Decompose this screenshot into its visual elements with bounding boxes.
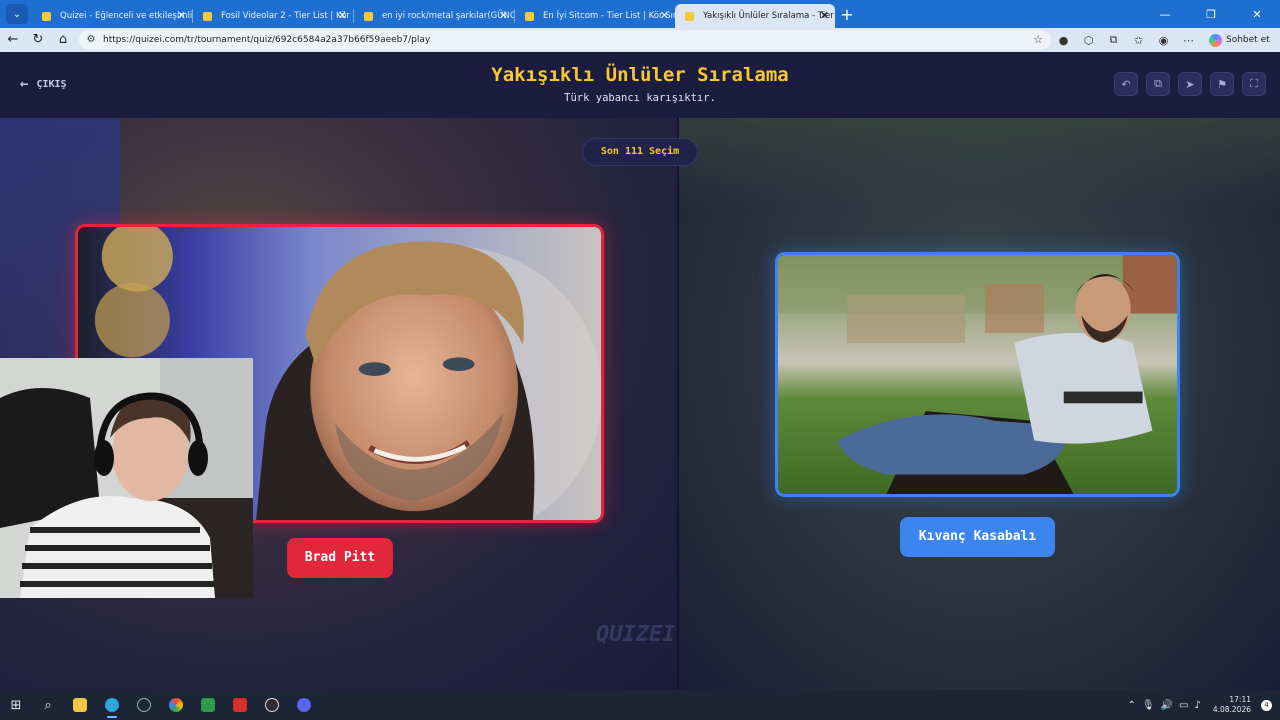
file-explorer-icon[interactable]: [64, 690, 96, 720]
chrome-icon[interactable]: [160, 690, 192, 720]
browser-tab[interactable]: Quizei - Eğlenceli ve etkileşimli qu ✕: [32, 4, 192, 28]
choice-counter-badge: Son 111 Seçim: [582, 138, 698, 166]
flag-icon[interactable]: ⚑: [1210, 72, 1234, 96]
system-tray: ⌃ 🎙 🔊 ▭ ♪ 17:11 4.08.2026 4: [1127, 695, 1280, 715]
reload-icon[interactable]: ↻: [26, 29, 50, 51]
network-icon[interactable]: ▭: [1179, 700, 1188, 711]
new-tab-button[interactable]: +: [835, 4, 859, 28]
undo-icon[interactable]: ↶: [1114, 72, 1138, 96]
back-icon[interactable]: ←: [1, 29, 25, 51]
discord-icon[interactable]: [288, 690, 320, 720]
page-subtitle: Türk yabancı karışıktır.: [564, 92, 716, 104]
site-watermark: QUIZEI: [596, 622, 676, 647]
profile-icon[interactable]: ◉: [1151, 34, 1176, 47]
copilot-chat-button[interactable]: Sohbet et: [1209, 33, 1270, 47]
site-info-icon[interactable]: ⚙: [85, 34, 97, 46]
tab-title: En İyi Sitcom - Tier List | Kör Sırala: [543, 11, 675, 21]
favorite-star-icon[interactable]: ☆: [1033, 33, 1043, 46]
copilot-icon: [1209, 33, 1222, 47]
close-tab-icon[interactable]: ✕: [660, 4, 669, 28]
close-window-icon[interactable]: ✕: [1234, 8, 1280, 21]
extensions-icon[interactable]: ⬡: [1076, 34, 1101, 47]
speaker-icon[interactable]: ♪: [1194, 700, 1200, 711]
app-green-icon[interactable]: [192, 690, 224, 720]
send-icon[interactable]: ➤: [1178, 72, 1202, 96]
vs-divider: [677, 118, 679, 690]
copy-icon[interactable]: ⧉: [1146, 72, 1170, 96]
favicon-icon: [42, 12, 51, 21]
split-screen-icon[interactable]: ⧉: [1101, 33, 1126, 47]
windows-taskbar: ⊞ ⌕ ⌃ 🎙 🔊 ▭ ♪ 17:11 4.08.2026 4: [0, 690, 1280, 720]
steam-icon[interactable]: [128, 690, 160, 720]
header-toolbar: ↶ ⧉ ➤ ⚑ ⛶: [1114, 72, 1266, 96]
tab-title: Fosil Videolar 2 - Tier List | Kör Sır: [221, 11, 353, 21]
minimize-icon[interactable]: —: [1142, 8, 1188, 21]
right-candidate-name-button[interactable]: Kıvanç Kasabalı: [900, 517, 1055, 557]
tab-actions-menu-icon[interactable]: ⌄: [6, 4, 28, 24]
favorites-icon[interactable]: ✩: [1126, 34, 1151, 47]
right-candidate-card[interactable]: [775, 252, 1180, 497]
browser-toolbar: ← ↻ ⌂ ⚙ https://quizei.com/tr/tournament…: [0, 28, 1280, 52]
clock-time: 17:11: [1229, 695, 1251, 704]
volume-icon[interactable]: 🔊: [1161, 700, 1173, 711]
clock[interactable]: 17:11 4.08.2026: [1213, 695, 1251, 715]
browser-tab-active[interactable]: Yakışıklı Ünlüler Sıralama - Tier List ✕: [675, 4, 835, 28]
address-bar[interactable]: ⚙ https://quizei.com/tr/tournament/quiz/…: [79, 30, 1051, 50]
more-menu-icon[interactable]: ⋯: [1176, 34, 1201, 47]
close-tab-icon[interactable]: ✕: [820, 4, 829, 28]
webcam-overlay: [0, 358, 253, 598]
app-red-icon[interactable]: [224, 690, 256, 720]
start-icon[interactable]: ⊞: [0, 690, 32, 720]
left-candidate-name-button[interactable]: Brad Pitt: [287, 538, 393, 578]
browser-tab[interactable]: en iyi rock/metal şarkılar(GÜNCEL ✕: [354, 4, 514, 28]
clock-date: 4.08.2026: [1212, 705, 1251, 714]
record-icon[interactable]: ●: [1051, 34, 1076, 47]
streamer-webcam-image: [0, 358, 253, 598]
right-candidate-photo: [778, 255, 1177, 494]
favicon-icon: [525, 12, 534, 21]
chevron-up-icon[interactable]: ⌃: [1127, 700, 1135, 711]
tab-title: Quizei - Eğlenceli ve etkileşimli qu: [60, 11, 192, 21]
browser-tab[interactable]: En İyi Sitcom - Tier List | Kör Sırala ✕: [515, 4, 675, 28]
favicon-icon: [364, 12, 373, 21]
browser-tab[interactable]: Fosil Videolar 2 - Tier List | Kör Sır ✕: [193, 4, 353, 28]
notification-badge[interactable]: 4: [1261, 699, 1272, 711]
obs-icon[interactable]: [256, 690, 288, 720]
maximize-icon[interactable]: ❐: [1188, 8, 1234, 21]
favicon-icon: [685, 12, 694, 21]
window-controls: — ❐ ✕: [1142, 0, 1280, 28]
close-tab-icon[interactable]: ✕: [338, 4, 347, 28]
microphone-icon[interactable]: 🎙: [1142, 700, 1155, 711]
page-title: Yakışıklı Ünlüler Sıralama: [491, 64, 789, 86]
site-header: ← ÇIKIŞ Yakışıklı Ünlüler Sıralama Türk …: [0, 52, 1280, 118]
home-icon[interactable]: ⌂: [51, 29, 75, 51]
edge-icon[interactable]: [96, 690, 128, 720]
copilot-label: Sohbet et: [1226, 35, 1270, 45]
search-icon[interactable]: ⌕: [32, 690, 64, 720]
favicon-icon: [203, 12, 212, 21]
close-tab-icon[interactable]: ✕: [499, 4, 508, 28]
close-tab-icon[interactable]: ✕: [177, 4, 186, 28]
url-text[interactable]: https://quizei.com/tr/tournament/quiz/69…: [103, 35, 430, 45]
tab-title: Yakışıklı Ünlüler Sıralama - Tier List: [703, 11, 835, 21]
fullscreen-icon[interactable]: ⛶: [1242, 72, 1266, 96]
browser-tab-bar: ⌄ Quizei - Eğlenceli ve etkileşimli qu ✕…: [0, 0, 1280, 28]
tab-title: en iyi rock/metal şarkılar(GÜNCEL: [382, 11, 514, 21]
